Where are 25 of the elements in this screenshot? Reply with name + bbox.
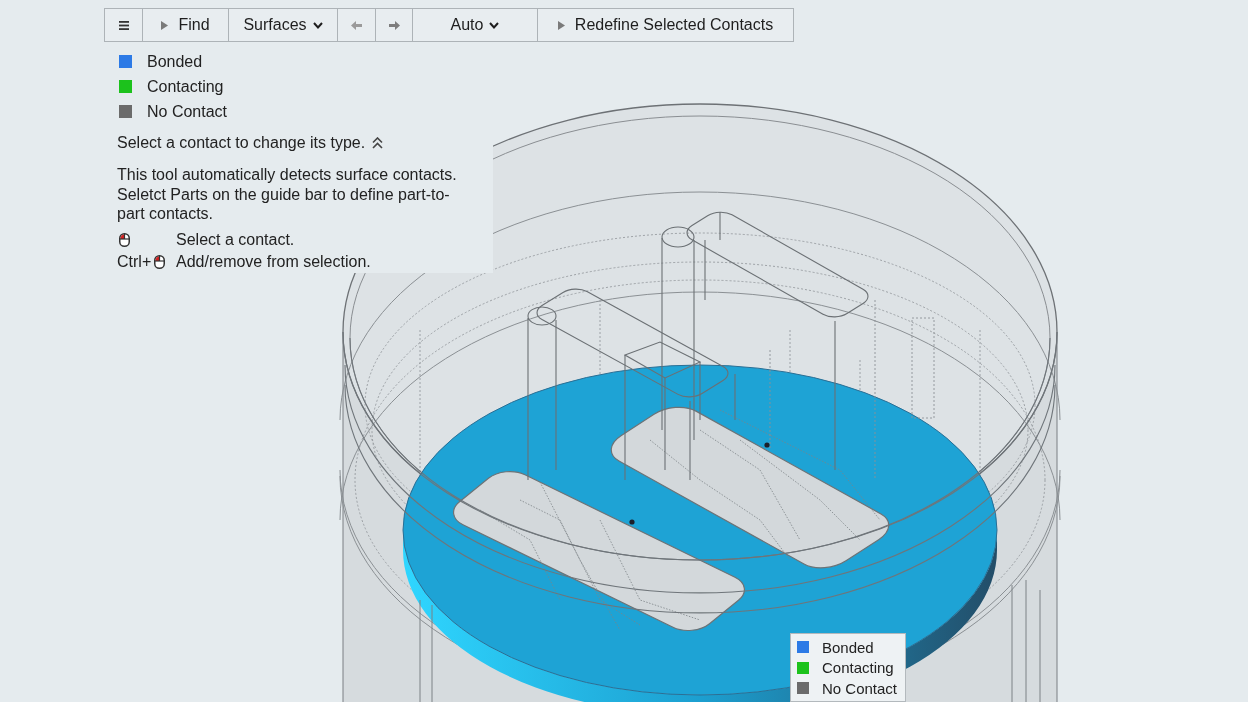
mouse-icon — [119, 232, 130, 247]
collapse-icon[interactable] — [372, 137, 384, 149]
legend-label: Bonded — [822, 638, 874, 656]
dropdown-button[interactable]: Surfaces — [229, 9, 338, 41]
modifier-key-text: Ctrl+ — [117, 252, 152, 271]
legend-label: Contacting — [822, 659, 894, 677]
hint-text: Select a contact to change its type. — [117, 134, 366, 152]
play-icon — [161, 20, 169, 30]
arrow-right-icon — [388, 20, 400, 30]
dropdown-button[interactable]: Auto — [413, 9, 538, 41]
menu-icon — [118, 20, 129, 30]
legend-label: Contacting — [147, 77, 224, 96]
action-button[interactable]: Redefine Selected Contacts — [538, 9, 793, 41]
legend-label: No Contact — [147, 102, 228, 121]
legend-label: No Contact — [822, 679, 898, 697]
mouse-icon — [154, 254, 166, 269]
chevron-down-icon — [312, 21, 323, 29]
shortcut-description: Select a contact. — [176, 230, 296, 249]
legend-label: Bonded — [147, 52, 203, 71]
chevron-down-icon — [489, 21, 500, 29]
action-button[interactable]: Find — [143, 9, 229, 41]
play-icon — [557, 20, 565, 30]
arrow-left-icon — [351, 20, 362, 30]
shortcut-description: Add/remove from selection. — [176, 252, 372, 271]
description-text: This tool automatically detects surface contacts. Seletct Parts on the guide bar to define part-to-part contacts. — [117, 165, 458, 224]
